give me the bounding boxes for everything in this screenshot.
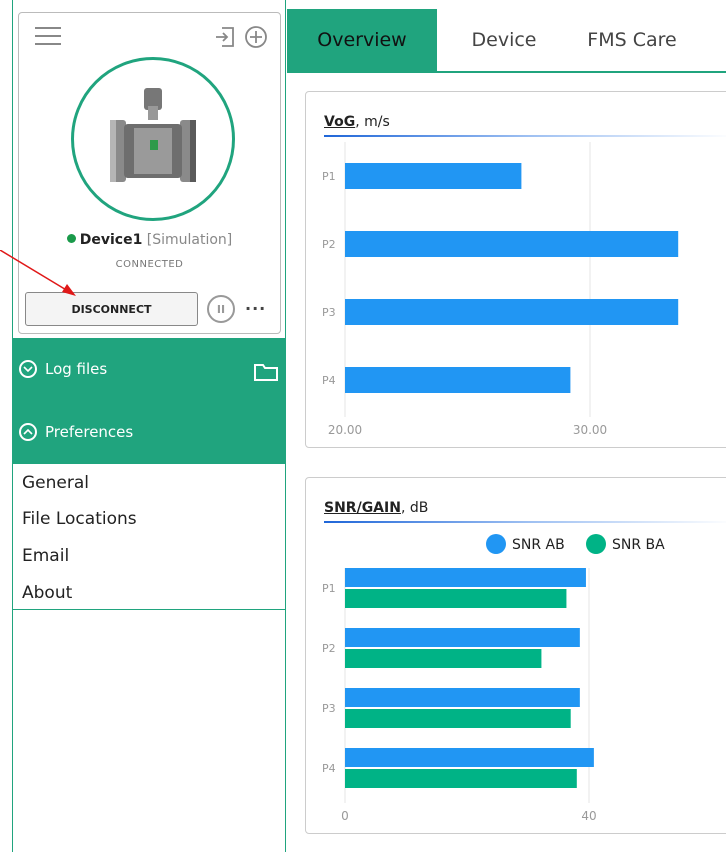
annotation-arrow [0,250,76,296]
log-files-label: Log files [45,360,108,378]
bar-p2-snr-ba [345,649,542,668]
login-icon[interactable] [214,25,238,49]
bar-p3-value [345,299,679,325]
category-label: P4 [322,762,336,775]
legend-label: SNR AB [512,537,565,553]
snr-chart-panel: SNR/GAIN, dB 0 40 P1 P2 P3 P4 SNR AB SNR BA [305,477,726,834]
vog-chart: 20.00 30.00 P1 P2 P3 P4 [322,142,679,437]
device-name-label: Device1 [79,232,143,248]
hamburger-menu-icon[interactable] [35,27,61,51]
bar-p4-value [345,367,571,393]
tab-overview[interactable]: Overview [287,9,437,71]
x-tick-label: 0 [341,809,349,823]
flowmeter-image [110,88,196,182]
pause-icon[interactable]: II [207,295,235,323]
x-tick-label: 20.00 [328,423,362,437]
x-tick-label: 40 [581,809,596,823]
chevron-up-icon [19,423,37,441]
legend-swatch [586,534,606,554]
legend-swatch [486,534,506,554]
category-label: P2 [322,642,336,655]
pref-item-email[interactable]: Email [22,546,69,566]
bar-p4-snr-ab [345,748,594,767]
bar-p2-snr-ab [345,628,580,647]
category-label: P1 [322,582,336,595]
preferences-list: General File Locations Email About [13,464,285,610]
tab-bar: Overview Device FMS Care [287,9,726,73]
more-options-icon[interactable]: ··· [245,299,266,318]
pref-item-file-locations[interactable]: File Locations [22,509,137,529]
preferences-label: Preferences [45,423,134,441]
device-photo [71,57,235,221]
bar-p3-snr-ab [345,688,580,707]
x-tick-label: 30.00 [573,423,607,437]
folder-icon[interactable] [253,362,279,382]
bar-p1-snr-ab [345,568,586,587]
pref-item-general[interactable]: General [22,473,89,493]
legend-label: SNR BA [612,537,665,553]
bar-p1-snr-ba [345,589,567,608]
device-name: Device1 [Simulation] [19,232,280,248]
pref-item-about[interactable]: About [22,583,72,603]
bar-p2-value [345,231,679,257]
vog-chart-panel: VoG, m/s 20.00 30.00 P1 P2 P3 P4 [305,91,726,448]
chevron-down-icon [19,360,37,378]
category-label: P2 [322,238,336,251]
sidebar: Device1 [Simulation] CONNECTED DISCONNEC… [12,0,286,852]
category-label: P3 [322,702,336,715]
device-mode-label: [Simulation] [146,232,233,248]
category-label: P1 [322,170,336,183]
accordion-panel: Log files Preferences [13,338,285,464]
log-files-toggle[interactable]: Log files [19,360,107,378]
add-circle-icon[interactable] [244,25,268,49]
bar-p4-snr-ba [345,769,577,788]
category-label: P4 [322,374,336,387]
tab-fms-care[interactable]: FMS Care [572,9,692,71]
bar-p3-snr-ba [345,709,571,728]
category-label: P3 [322,306,336,319]
preferences-toggle[interactable]: Preferences [19,423,133,441]
bar-p1-value [345,163,522,189]
tab-device[interactable]: Device [449,9,559,71]
status-dot-icon [66,234,76,243]
snr-chart: 0 40 P1 P2 P3 P4 SNR AB SNR BA [322,534,665,823]
